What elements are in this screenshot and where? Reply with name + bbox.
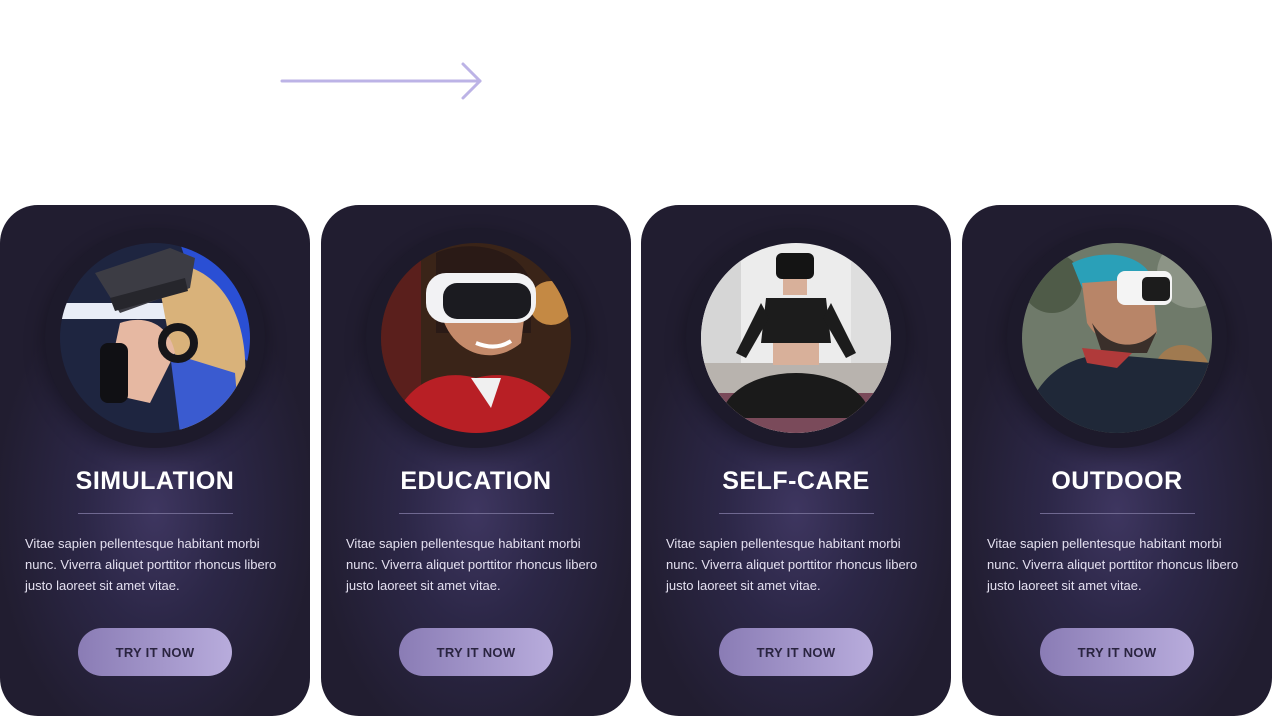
divider xyxy=(399,513,554,514)
photo-frame xyxy=(686,228,906,448)
card-description: Vitae sapien pellentesque habitant morbi… xyxy=(987,536,1239,593)
card-title: OUTDOOR xyxy=(1051,467,1183,495)
card-title: SELF-CARE xyxy=(722,467,870,495)
try-it-now-button[interactable]: TRY IT NOW xyxy=(1040,628,1194,676)
photo-frame xyxy=(366,228,586,448)
card-outdoor: OUTDOOR Vitae sapien pellentesque habita… xyxy=(962,205,1272,716)
vr-self-care-photo xyxy=(701,243,891,433)
card-self-care: SELF-CARE Vitae sapien pellentesque habi… xyxy=(641,205,951,716)
card-simulation: SIMULATION Vitae sapien pellentesque hab… xyxy=(0,205,310,716)
card-description: Vitae sapien pellentesque habitant morbi… xyxy=(346,536,598,593)
card-title: SIMULATION xyxy=(75,467,235,495)
photo-frame xyxy=(1007,228,1227,448)
card-description: Vitae sapien pellentesque habitant morbi… xyxy=(25,536,277,593)
photo-frame xyxy=(45,228,265,448)
try-it-now-button[interactable]: TRY IT NOW xyxy=(399,628,553,676)
card-description: Vitae sapien pellentesque habitant morbi… xyxy=(666,536,918,593)
divider xyxy=(719,513,874,514)
vr-education-photo xyxy=(381,243,571,433)
card-title: EDUCATION xyxy=(400,467,552,495)
try-it-now-button[interactable]: TRY IT NOW xyxy=(78,628,232,676)
divider xyxy=(78,513,233,514)
divider xyxy=(1040,513,1195,514)
arrow-right-icon[interactable] xyxy=(280,60,486,102)
vr-outdoor-photo xyxy=(1022,243,1212,433)
vr-simulation-photo xyxy=(60,243,250,433)
try-it-now-button[interactable]: TRY IT NOW xyxy=(719,628,873,676)
feature-cards: SIMULATION Vitae sapien pellentesque hab… xyxy=(0,205,1278,716)
card-education: EDUCATION Vitae sapien pellentesque habi… xyxy=(321,205,631,716)
